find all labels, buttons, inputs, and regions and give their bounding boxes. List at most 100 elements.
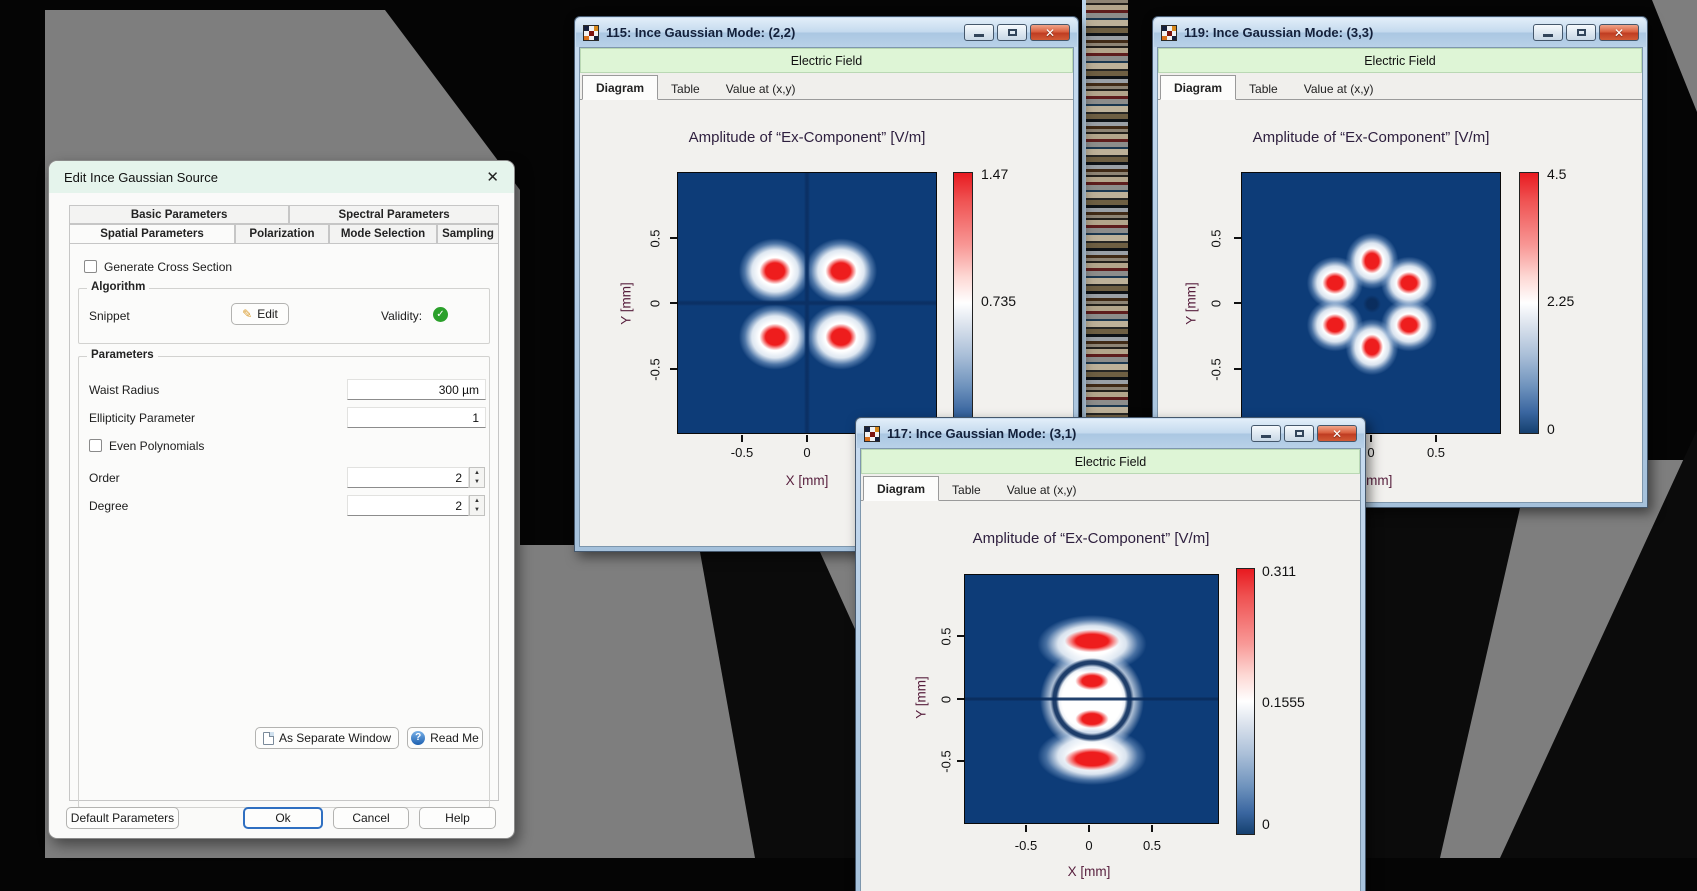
tab-diagram[interactable]: Diagram bbox=[1160, 75, 1237, 100]
window-icon bbox=[864, 425, 880, 442]
close-icon: ✕ bbox=[1331, 426, 1343, 441]
y-axis-label: Y [mm] bbox=[618, 282, 634, 325]
generate-cross-section-label: Generate Cross Section bbox=[104, 260, 233, 274]
spin-up-icon[interactable]: ▲ bbox=[470, 468, 484, 478]
default-parameters-button[interactable]: Default Parameters bbox=[66, 807, 179, 829]
edit-ince-gaussian-source-dialog: Edit Ince Gaussian Source ✕ Basic Parame… bbox=[48, 160, 515, 839]
x-tick-label: 0.5 bbox=[1142, 838, 1162, 853]
read-me-button[interactable]: ? Read Me bbox=[407, 727, 483, 749]
y-tick-label: 0 bbox=[647, 299, 663, 308]
waist-radius-label: Waist Radius bbox=[89, 383, 160, 397]
as-separate-window-button[interactable]: As Separate Window bbox=[255, 727, 399, 749]
tab-spatial-parameters[interactable]: Spatial Parameters bbox=[69, 224, 235, 244]
close-button[interactable]: ✕ bbox=[1030, 24, 1070, 41]
edit-snippet-button[interactable]: ✎ Edit bbox=[231, 303, 289, 325]
tab-diagram[interactable]: Diagram bbox=[863, 476, 940, 501]
field-type-banner: Electric Field bbox=[1158, 48, 1642, 73]
maximize-icon bbox=[1007, 29, 1017, 36]
help-button[interactable]: Help bbox=[419, 807, 496, 829]
minimize-button[interactable] bbox=[1251, 425, 1281, 442]
window-titlebar[interactable]: 115: Ince Gaussian Mode: (2,2) ✕ bbox=[576, 18, 1077, 47]
colorbar-mid-label: 2.25 bbox=[1547, 293, 1575, 309]
close-button[interactable]: ✕ bbox=[1317, 425, 1357, 442]
parameters-legend: Parameters bbox=[87, 349, 158, 361]
x-tick-label: -0.5 bbox=[1014, 838, 1038, 853]
tab-diagram[interactable]: Diagram bbox=[582, 75, 659, 100]
tab-value-at-xy[interactable]: Value at (x,y) bbox=[994, 478, 1090, 501]
tab-polarization[interactable]: Polarization bbox=[235, 224, 329, 244]
maximize-button[interactable] bbox=[1566, 24, 1596, 41]
heatmap[interactable] bbox=[1241, 172, 1501, 434]
tab-spectral-parameters[interactable]: Spectral Parameters bbox=[289, 205, 499, 224]
x-tick-label: 0.5 bbox=[1426, 445, 1446, 460]
dialog-titlebar[interactable]: Edit Ince Gaussian Source ✕ bbox=[49, 161, 514, 193]
y-tick-label: 0.5 bbox=[1208, 229, 1224, 248]
degree-spinner[interactable]: ▲ ▼ bbox=[469, 495, 485, 516]
colorbar-max-label: 0.311 bbox=[1262, 563, 1296, 579]
help-question-icon: ? bbox=[411, 731, 426, 745]
algorithm-group: Algorithm Snippet ✎ Edit Validity: ✓ bbox=[78, 281, 490, 344]
minimize-button[interactable] bbox=[964, 24, 994, 41]
close-icon[interactable]: ✕ bbox=[486, 168, 499, 186]
even-polynomials-row: Even Polynomials bbox=[89, 439, 204, 453]
waist-radius-input[interactable] bbox=[347, 379, 486, 400]
generate-cross-section-row: Generate Cross Section bbox=[84, 260, 232, 274]
dialog-content-panel: Generate Cross Section Algorithm Snippet… bbox=[69, 243, 499, 808]
tab-sampling[interactable]: Sampling bbox=[437, 224, 499, 244]
x-axis-label: X [mm] bbox=[1067, 864, 1111, 879]
generate-cross-section-checkbox[interactable] bbox=[84, 260, 97, 273]
tab-table[interactable]: Table bbox=[1236, 77, 1291, 100]
plot-tabstrip: Diagram Table Value at (x,y) bbox=[580, 73, 1073, 100]
ok-button[interactable]: Ok bbox=[243, 807, 323, 829]
ellipticity-parameter-input[interactable] bbox=[347, 407, 486, 428]
tab-table[interactable]: Table bbox=[658, 77, 713, 100]
heatmap[interactable] bbox=[964, 574, 1219, 824]
plot-title: Amplitude of “Ex-Component” [V/m] bbox=[688, 129, 926, 146]
window-titlebar[interactable]: 117: Ince Gaussian Mode: (3,1) ✕ bbox=[857, 419, 1364, 448]
x-tick-label: 0 bbox=[1085, 838, 1093, 853]
tab-table[interactable]: Table bbox=[939, 478, 994, 501]
even-polynomials-checkbox[interactable] bbox=[89, 439, 102, 452]
tab-mode-selection[interactable]: Mode Selection bbox=[329, 224, 437, 244]
minimize-icon bbox=[1543, 34, 1553, 37]
maximize-button[interactable] bbox=[997, 24, 1027, 41]
colorbar bbox=[1519, 172, 1539, 434]
y-tick-label: 0 bbox=[938, 695, 954, 704]
colorbar-max-label: 1.47 bbox=[981, 166, 1009, 182]
document-icon bbox=[262, 731, 274, 745]
ellipticity-parameter-label: Ellipticity Parameter bbox=[89, 411, 196, 425]
background-grey-top-right bbox=[1652, 0, 1697, 112]
y-tick-label: 0.5 bbox=[647, 229, 663, 248]
degree-input[interactable] bbox=[347, 495, 469, 516]
dialog-title: Edit Ince Gaussian Source bbox=[64, 169, 218, 185]
x-tick-label: -0.5 bbox=[730, 445, 754, 460]
tab-value-at-xy[interactable]: Value at (x,y) bbox=[1291, 77, 1387, 100]
order-input[interactable] bbox=[347, 467, 469, 488]
plot-tabstrip: Diagram Table Value at (x,y) bbox=[861, 474, 1360, 501]
cancel-button[interactable]: Cancel bbox=[333, 807, 409, 829]
maximize-button[interactable] bbox=[1284, 425, 1314, 442]
tab-basic-parameters[interactable]: Basic Parameters bbox=[69, 205, 290, 224]
spin-down-icon[interactable]: ▼ bbox=[470, 478, 484, 488]
spin-up-icon[interactable]: ▲ bbox=[470, 496, 484, 506]
heatmap[interactable] bbox=[677, 172, 937, 434]
tab-value-at-xy[interactable]: Value at (x,y) bbox=[713, 77, 809, 100]
snippet-label: Snippet bbox=[89, 309, 130, 323]
parameters-group: Parameters Waist Radius Ellipticity Para… bbox=[78, 349, 490, 808]
colorbar-min-label: 0 bbox=[1262, 816, 1270, 832]
y-axis-label: Y [mm] bbox=[913, 676, 929, 719]
field-type-banner: Electric Field bbox=[580, 48, 1073, 73]
minimize-button[interactable] bbox=[1533, 24, 1563, 41]
minimize-icon bbox=[1261, 435, 1271, 438]
spin-down-icon[interactable]: ▼ bbox=[470, 506, 484, 516]
degree-label: Degree bbox=[89, 499, 129, 513]
window-icon bbox=[1161, 24, 1177, 41]
window-titlebar[interactable]: 119: Ince Gaussian Mode: (3,3) ✕ bbox=[1154, 18, 1646, 47]
y-tick-label: 0.5 bbox=[938, 627, 954, 646]
order-spinner[interactable]: ▲ ▼ bbox=[469, 467, 485, 488]
colorbar-mid-label: 0.735 bbox=[981, 293, 1017, 309]
close-button[interactable]: ✕ bbox=[1599, 24, 1639, 41]
colorbar-min-label: 0 bbox=[1547, 421, 1555, 437]
minimize-icon bbox=[974, 34, 984, 37]
window-117: 117: Ince Gaussian Mode: (3,1) ✕ Electri… bbox=[855, 417, 1366, 891]
